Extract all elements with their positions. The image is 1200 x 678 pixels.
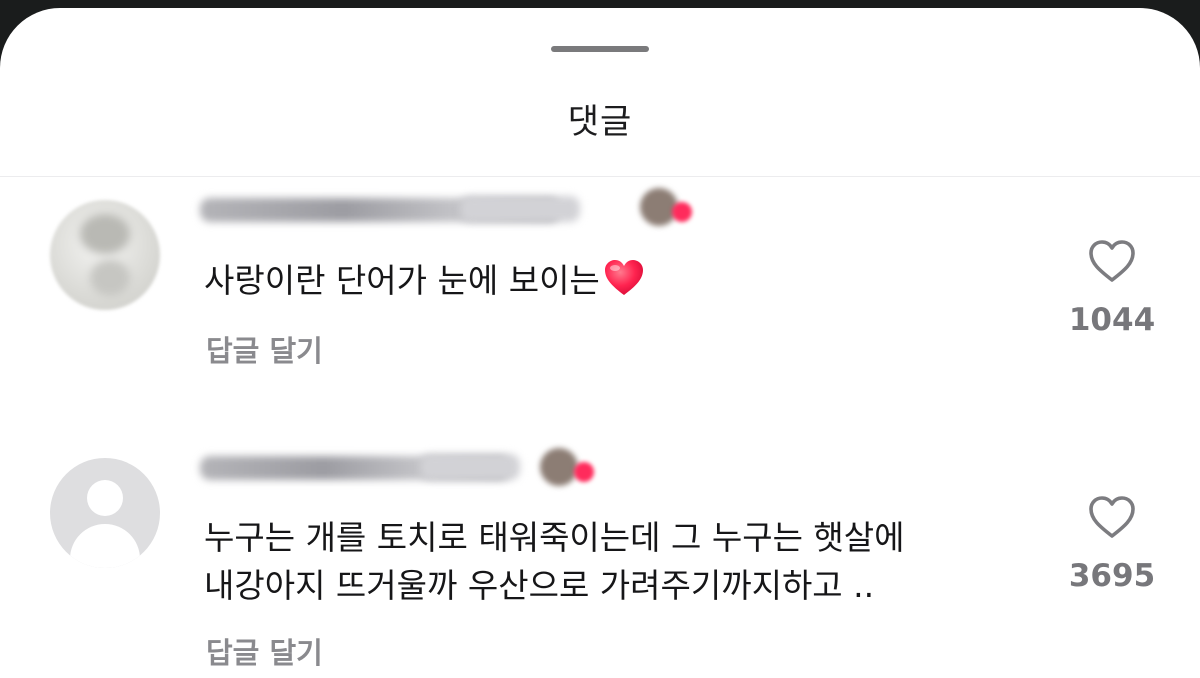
avatar[interactable]: [50, 458, 160, 568]
sheet-title: 댓글: [567, 102, 633, 142]
badge-heart-icon: [672, 202, 692, 222]
like-control[interactable]: 3695: [1060, 494, 1164, 594]
reply-button[interactable]: 답글 달기: [206, 328, 323, 370]
default-avatar-head: [87, 480, 123, 516]
red-heart-emoji-icon: [604, 260, 643, 295]
sheet-drag-handle[interactable]: [551, 46, 649, 52]
like-count: 1044: [1068, 302, 1156, 338]
comment-text-line: 누구는 개를 토치로 태워죽이는데 그 누구는 햇살에: [204, 518, 905, 557]
comment-meta-blurred: [460, 196, 580, 222]
like-control[interactable]: 1044: [1060, 238, 1164, 338]
avatar[interactable]: [50, 200, 160, 310]
default-avatar-body: [70, 524, 140, 568]
header-divider: [0, 176, 1200, 177]
comment-text-line: 내강아지 뜨거울까 우산으로 가려주기까지하고 ..: [204, 566, 875, 605]
comment-text: 누구는 개를 토치로 태워죽이는데 그 누구는 햇살에 내강아지 뜨거울까 우산…: [204, 514, 905, 610]
heart-outline-icon[interactable]: [1087, 238, 1137, 284]
comment-text-content: 사랑이란 단어가 눈에 보이는: [204, 261, 600, 300]
heart-outline-icon[interactable]: [1087, 494, 1137, 540]
comment-text: 사랑이란 단어가 눈에 보이는: [204, 256, 646, 305]
reply-button[interactable]: 답글 달기: [206, 630, 323, 672]
badge-avatar-blurred: [540, 448, 578, 486]
comments-sheet: 댓글 사랑이란 단어가 눈에 보이는 답글 달기 1044 누구는 개를 토치로…: [0, 8, 1200, 678]
like-count: 3695: [1068, 558, 1156, 594]
avatar-image-blur: [90, 260, 130, 296]
comment-meta-blurred: [420, 454, 520, 480]
avatar-image-blur: [80, 214, 130, 254]
badge-heart-icon: [574, 462, 594, 482]
